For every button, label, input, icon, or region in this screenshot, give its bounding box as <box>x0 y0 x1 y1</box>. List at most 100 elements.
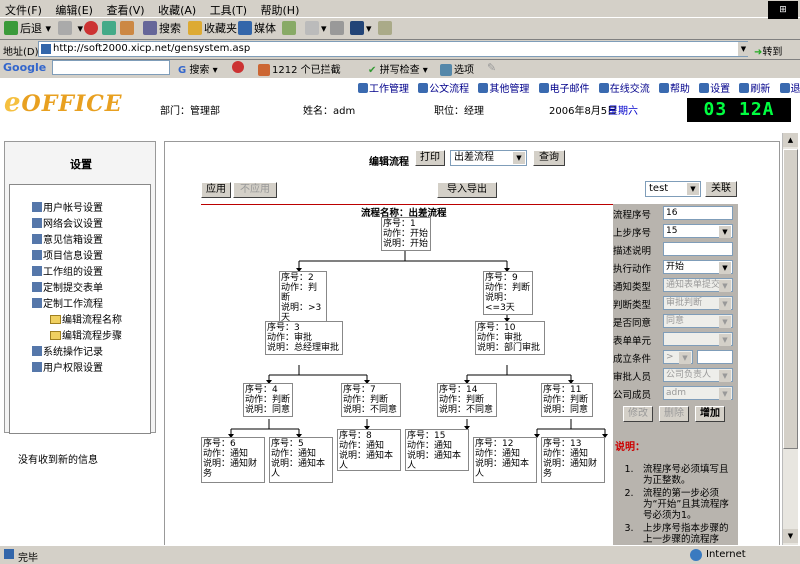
flow-node-15[interactable]: 序号：15动作：通知说明：通知本人 <box>405 429 469 471</box>
work-icon <box>358 83 368 93</box>
sidebar-item-edit-flow-steps[interactable]: 编辑流程步骤 <box>50 327 122 342</box>
options-button[interactable]: 选项 <box>440 61 474 76</box>
search-button[interactable]: 搜索 <box>143 20 181 38</box>
flow-node-7[interactable]: 序号：7动作：判断说明：不同意 <box>341 383 401 417</box>
popup-blocker[interactable]: 1212 个已拦截 <box>258 61 341 76</box>
print-button[interactable]: 打印 <box>415 150 445 166</box>
test-select[interactable]: test <box>645 181 701 197</box>
flow-node-4[interactable]: 序号：4动作：判断说明：同意 <box>243 383 293 417</box>
sidebar-item-workgroup[interactable]: 工作组的设置 <box>32 263 103 278</box>
discuss-icon <box>378 21 392 35</box>
favorites-button[interactable]: 收藏夹 <box>188 20 237 38</box>
nav-logout[interactable]: 退出 <box>780 84 800 95</box>
menu-file[interactable]: 文件(F) <box>0 0 47 20</box>
flow-node-5[interactable]: 序号：5动作：通知说明：通知本人 <box>269 437 333 483</box>
company-member-select[interactable]: adm <box>663 386 733 400</box>
sidebar-item-suggestion-box[interactable]: 意见信箱设置 <box>32 231 103 246</box>
agree-select[interactable]: 同意 <box>663 314 733 328</box>
scroll-down-icon[interactable]: ▼ <box>783 529 798 543</box>
menu-view[interactable]: 查看(V) <box>101 0 149 20</box>
user-name: 姓名：adm <box>303 102 355 117</box>
nav-refresh[interactable]: 刷新 <box>739 84 770 95</box>
notes-list: 1.流程序号必须填写且为正整数。 2.流程的第一步必须为“开始”且其流程序号必须… <box>615 464 735 556</box>
nav-help[interactable]: 帮助 <box>659 84 690 95</box>
history-button[interactable] <box>282 20 298 38</box>
flow-node-10[interactable]: 序号：10动作：审批说明：部门审批 <box>475 321 545 355</box>
nav-document-flow[interactable]: 公文流程 <box>418 84 469 95</box>
prev-seq-select[interactable]: 15 <box>663 224 733 238</box>
notify-type-select[interactable]: 通知表单提交 <box>663 278 733 292</box>
sidebar-item-user-account[interactable]: 用户帐号设置 <box>32 199 103 214</box>
form-unit-select[interactable] <box>663 332 733 346</box>
pencil-icon[interactable]: ✎ <box>487 61 496 74</box>
nav-settings[interactable]: 设置 <box>699 84 730 95</box>
media-button[interactable]: 媒体 <box>238 20 276 38</box>
stop-button[interactable] <box>84 20 100 38</box>
nav-email[interactable]: 电子邮件 <box>539 84 590 95</box>
menu-tools[interactable]: 工具(T) <box>205 0 252 20</box>
discuss-button[interactable] <box>378 20 394 38</box>
sidebar-item-system-log[interactable]: 系统操作记录 <box>32 343 103 358</box>
flow-node-6[interactable]: 序号：6动作：通知说明：通知财务 <box>201 437 265 483</box>
flow-node-8[interactable]: 序号：8动作：通知说明：通知本人 <box>337 429 401 471</box>
print-button[interactable] <box>330 20 346 38</box>
flow-node-11[interactable]: 序号：11动作：判断说明：同意 <box>541 383 593 417</box>
sidebar-item-edit-flow-name[interactable]: 编辑流程名称 <box>50 311 122 326</box>
spell-check-button[interactable]: ✔ 拼写检查 ▾ <box>368 61 428 76</box>
nav-other-manage[interactable]: 其他管理 <box>478 84 529 95</box>
action-select[interactable]: 开始 <box>663 260 733 274</box>
address-input[interactable]: http://soft2000.xicp.net/gensystem.asp <box>38 41 748 57</box>
condition-value-input[interactable] <box>697 350 733 364</box>
delete-button[interactable]: 删除 <box>659 406 689 422</box>
sidebar-item-custom-form[interactable]: 定制提交表单 <box>32 279 103 294</box>
permissions-icon <box>32 362 42 372</box>
forward-button[interactable]: ▾ <box>58 20 83 38</box>
flow-node-2[interactable]: 序号：2动作：判断说明：>3天 <box>279 271 327 325</box>
google-search-input[interactable] <box>52 60 170 75</box>
scroll-up-icon[interactable]: ▲ <box>783 133 798 147</box>
flow-node-12[interactable]: 序号：12动作：通知说明：通知本人 <box>473 437 537 483</box>
flow-node-1[interactable]: 序号：1动作：开始说明：开始 <box>381 217 431 251</box>
menu-favorites[interactable]: 收藏(A) <box>153 0 201 20</box>
flow-node-14[interactable]: 序号：14动作：判断说明：不同意 <box>437 383 497 417</box>
condition-operator-select[interactable]: > <box>663 350 693 364</box>
home-button[interactable] <box>120 20 136 38</box>
menu-edit[interactable]: 编辑(E) <box>50 0 98 20</box>
unapply-button[interactable]: 不应用 <box>233 182 277 198</box>
menu-help[interactable]: 帮助(H) <box>256 0 305 20</box>
flow-seq-input[interactable]: 16 <box>663 206 733 220</box>
address-dropdown-icon[interactable]: ▼ <box>738 42 749 56</box>
windows-logo-icon: ⊞ <box>768 1 798 19</box>
sidebar-item-custom-workflow[interactable]: 定制工作流程 <box>32 295 103 310</box>
description-input[interactable] <box>663 242 733 256</box>
pagerank-icon[interactable] <box>232 61 244 73</box>
nav-work-manage[interactable]: 工作管理 <box>358 84 409 95</box>
label-form-unit: 表单单元 <box>613 333 651 347</box>
flow-node-3[interactable]: 序号：3动作：审批说明：总经理审批 <box>265 321 343 355</box>
query-button[interactable]: 查询 <box>533 150 565 166</box>
media-icon <box>238 21 252 35</box>
relate-button[interactable]: 关联 <box>705 181 737 197</box>
add-button[interactable]: 增加 <box>695 406 725 422</box>
flow-select[interactable]: 出差流程 <box>450 150 527 166</box>
apply-button[interactable]: 应用 <box>201 182 231 198</box>
flow-node-9[interactable]: 序号：9动作：判断说明：<=3天 <box>483 271 533 315</box>
judge-type-select[interactable]: 审批判断 <box>663 296 733 310</box>
google-search-button[interactable]: G 搜索 ▾ <box>178 61 218 76</box>
vertical-scrollbar[interactable]: ▲ ▼ <box>782 133 798 545</box>
flow-node-13[interactable]: 序号：13动作：通知说明：通知财务 <box>541 437 605 483</box>
modify-button[interactable]: 修改 <box>623 406 653 422</box>
nav-online-chat[interactable]: 在线交流 <box>599 84 650 95</box>
sidebar-item-user-permissions[interactable]: 用户权限设置 <box>32 359 103 374</box>
note-title: 说明： <box>615 438 645 453</box>
mail-button[interactable]: ▾ <box>305 20 327 38</box>
refresh-button[interactable] <box>102 20 118 38</box>
sidebar-item-project-info[interactable]: 项目信息设置 <box>32 247 103 262</box>
go-button[interactable]: ➜转到 <box>754 43 782 58</box>
scroll-thumb[interactable] <box>783 149 798 449</box>
import-export-button[interactable]: 导入导出 <box>437 182 497 198</box>
sidebar-item-net-meeting[interactable]: 网络会议设置 <box>32 215 103 230</box>
word-button[interactable]: ▾ <box>350 20 372 38</box>
back-button[interactable]: 后退 ▾ <box>4 20 51 38</box>
approver-select[interactable]: 公司负责人 <box>663 368 733 382</box>
